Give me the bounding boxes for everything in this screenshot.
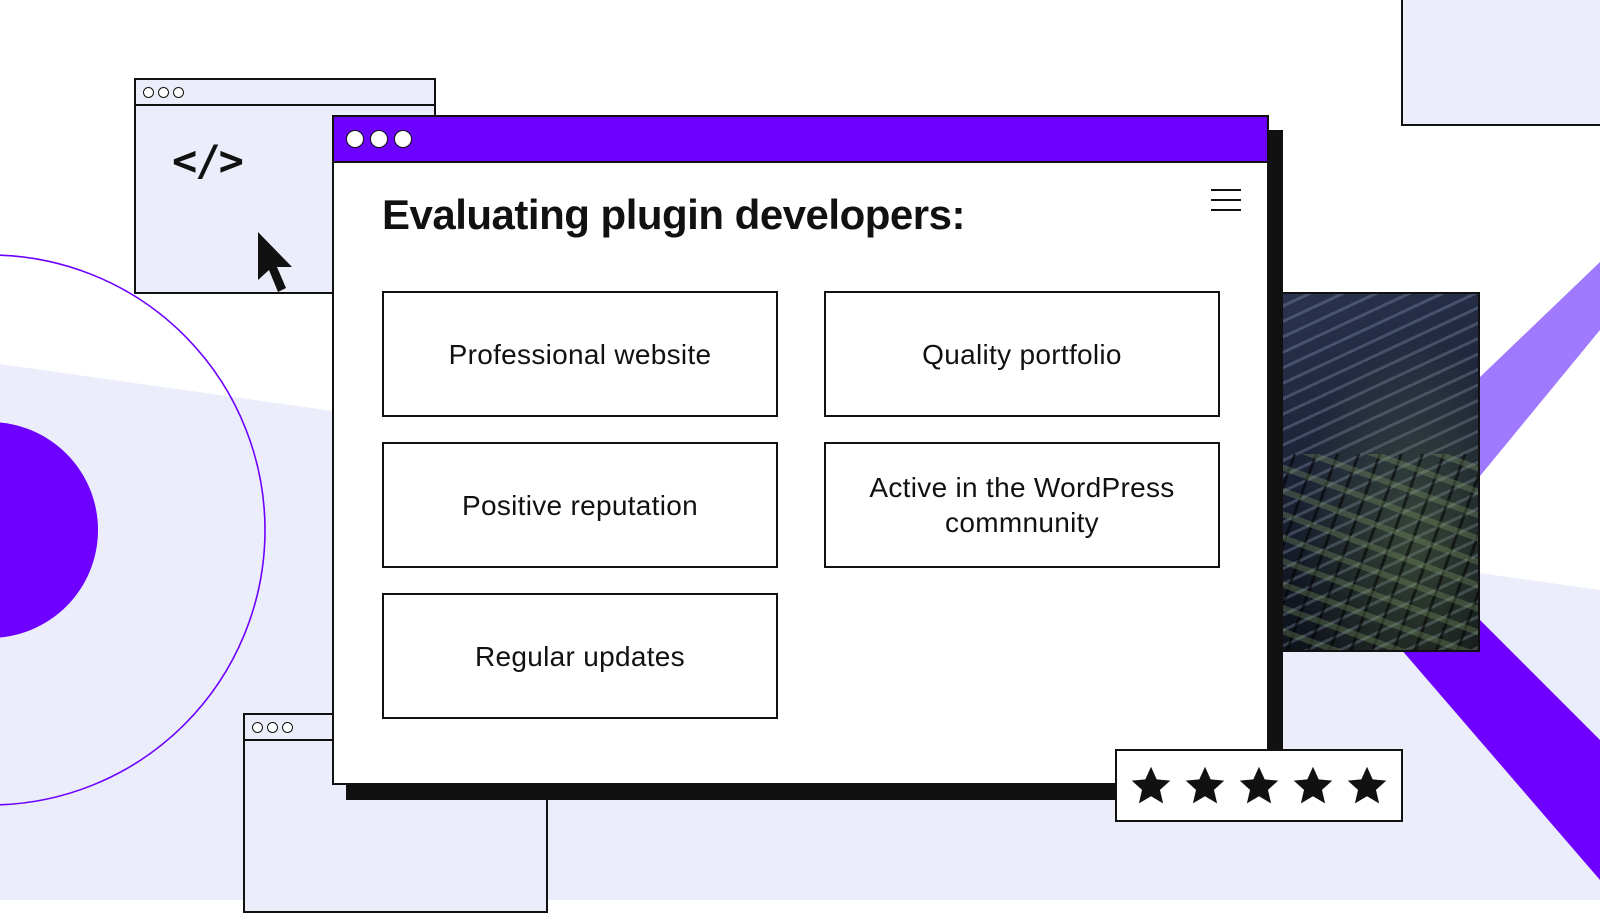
decorative-box — [1401, 0, 1600, 126]
window-dot-icon — [370, 130, 388, 148]
keyboard-texture — [1272, 454, 1478, 650]
window-dot-icon — [267, 721, 278, 733]
window-dot-icon — [252, 721, 263, 733]
window-dot-icon — [158, 86, 169, 98]
star-rating — [1115, 749, 1403, 822]
main-window-titlebar — [334, 117, 1267, 163]
criteria-card-positive-reputation: Positive reputation — [382, 442, 778, 568]
window-dot-icon — [143, 86, 154, 98]
code-icon: </> — [172, 136, 244, 185]
window-dot-icon — [346, 130, 364, 148]
criteria-card-wordpress-community: Active in the WordPress commnunity — [824, 442, 1220, 568]
star-icon — [1293, 766, 1333, 803]
window-dot-icon — [394, 130, 412, 148]
criteria-card-professional-website: Professional website — [382, 291, 778, 417]
star-icon — [1347, 766, 1387, 803]
criteria-card-quality-portfolio: Quality portfolio — [824, 291, 1220, 417]
criteria-card-regular-updates: Regular updates — [382, 593, 778, 719]
cursor-icon — [258, 232, 292, 292]
window-dot-icon — [282, 721, 293, 733]
window-titlebar — [136, 80, 434, 106]
star-icon — [1239, 766, 1279, 803]
star-icon — [1131, 766, 1171, 803]
window-dot-icon — [173, 86, 184, 98]
main-window: Evaluating plugin developers: Profession… — [332, 115, 1269, 785]
menu-icon[interactable] — [1211, 189, 1241, 211]
page-title: Evaluating plugin developers: — [382, 191, 965, 238]
keyboard-photo — [1270, 292, 1480, 652]
star-icon — [1185, 766, 1225, 803]
